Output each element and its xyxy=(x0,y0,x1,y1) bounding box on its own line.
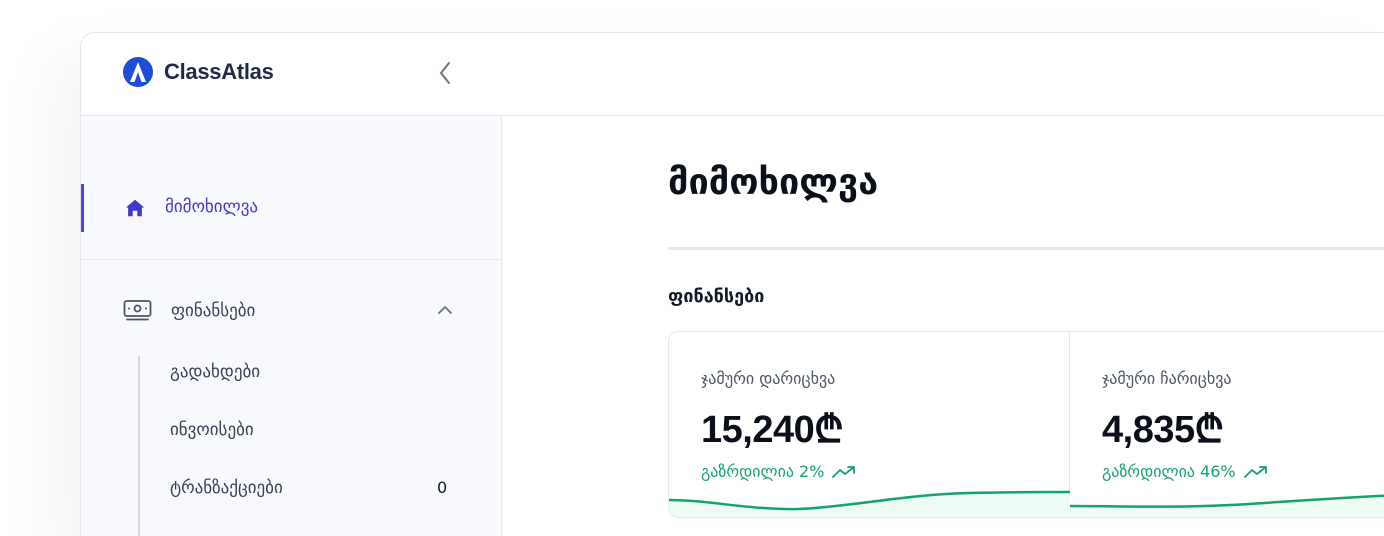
divider xyxy=(81,259,501,260)
sidebar-group-finances[interactable]: ფინანსები xyxy=(81,286,501,336)
home-icon xyxy=(125,199,145,217)
stat-card-label: ჯამური ჩარიცხვა xyxy=(1102,369,1232,388)
top-bar: ClassAtlas xyxy=(81,33,1384,116)
stat-card-label: ჯამური დარიცხვა xyxy=(701,369,836,388)
main-content: მიმოხილვა ფინანსები ჯამური დარიცხვა 15,2… xyxy=(502,116,1384,536)
money-icon xyxy=(123,300,152,321)
transactions-count-badge: 0 xyxy=(437,478,448,497)
sparkline xyxy=(669,490,1070,517)
sidebar-item-transactions[interactable]: ტრანზაქციები xyxy=(170,478,283,498)
sidebar-item-payments[interactable]: გადახდები xyxy=(170,362,260,382)
app-window: ClassAtlas მიმოხილვა ფინანსები გადახდები… xyxy=(80,32,1384,536)
section-title: ფინანსები xyxy=(668,286,765,307)
logo[interactable]: ClassAtlas xyxy=(122,56,274,88)
chevron-up-icon[interactable] xyxy=(436,303,454,317)
sidebar-item-overview[interactable]: მიმოხილვა xyxy=(81,184,501,234)
subnav-line xyxy=(138,356,140,536)
trend-up-icon xyxy=(832,465,856,478)
stat-card-trend: გაზრდილია 46% xyxy=(1102,462,1268,481)
trend-text: გაზრდილია 2% xyxy=(701,462,825,481)
collapse-sidebar-button[interactable] xyxy=(433,57,457,89)
chevron-left-icon xyxy=(440,62,450,84)
page-title: მიმოხილვა xyxy=(668,162,879,203)
stat-card-value: 15,240₾ xyxy=(701,409,844,451)
active-indicator xyxy=(81,184,84,232)
sidebar-item-invoices[interactable]: ინვოისები xyxy=(170,420,254,440)
stat-card-trend: გაზრდილია 2% xyxy=(701,462,856,481)
sidebar-group-label: ფინანსები xyxy=(171,301,256,321)
classatlas-logo-icon xyxy=(123,57,153,87)
stats-cards: ჯამური დარიცხვა 15,240₾ გაზრდილია 2% ჯამ… xyxy=(668,331,1384,518)
sidebar-item-label: მიმოხილვა xyxy=(165,197,259,217)
stat-card-total-received[interactable]: ჯამური ჩარიცხვა 4,835₾ გაზრდილია 46% xyxy=(1070,332,1384,517)
trend-up-icon xyxy=(1243,465,1267,478)
app-name: ClassAtlas xyxy=(164,59,274,84)
title-divider xyxy=(668,247,1384,250)
sidebar: მიმოხილვა ფინანსები გადახდები ინვოისები … xyxy=(81,116,502,536)
stat-card-total-charged[interactable]: ჯამური დარიცხვა 15,240₾ გაზრდილია 2% xyxy=(669,332,1070,517)
stat-card-value: 4,835₾ xyxy=(1102,409,1224,451)
trend-text: გაზრდილია 46% xyxy=(1102,462,1236,481)
sparkline xyxy=(1070,494,1384,517)
